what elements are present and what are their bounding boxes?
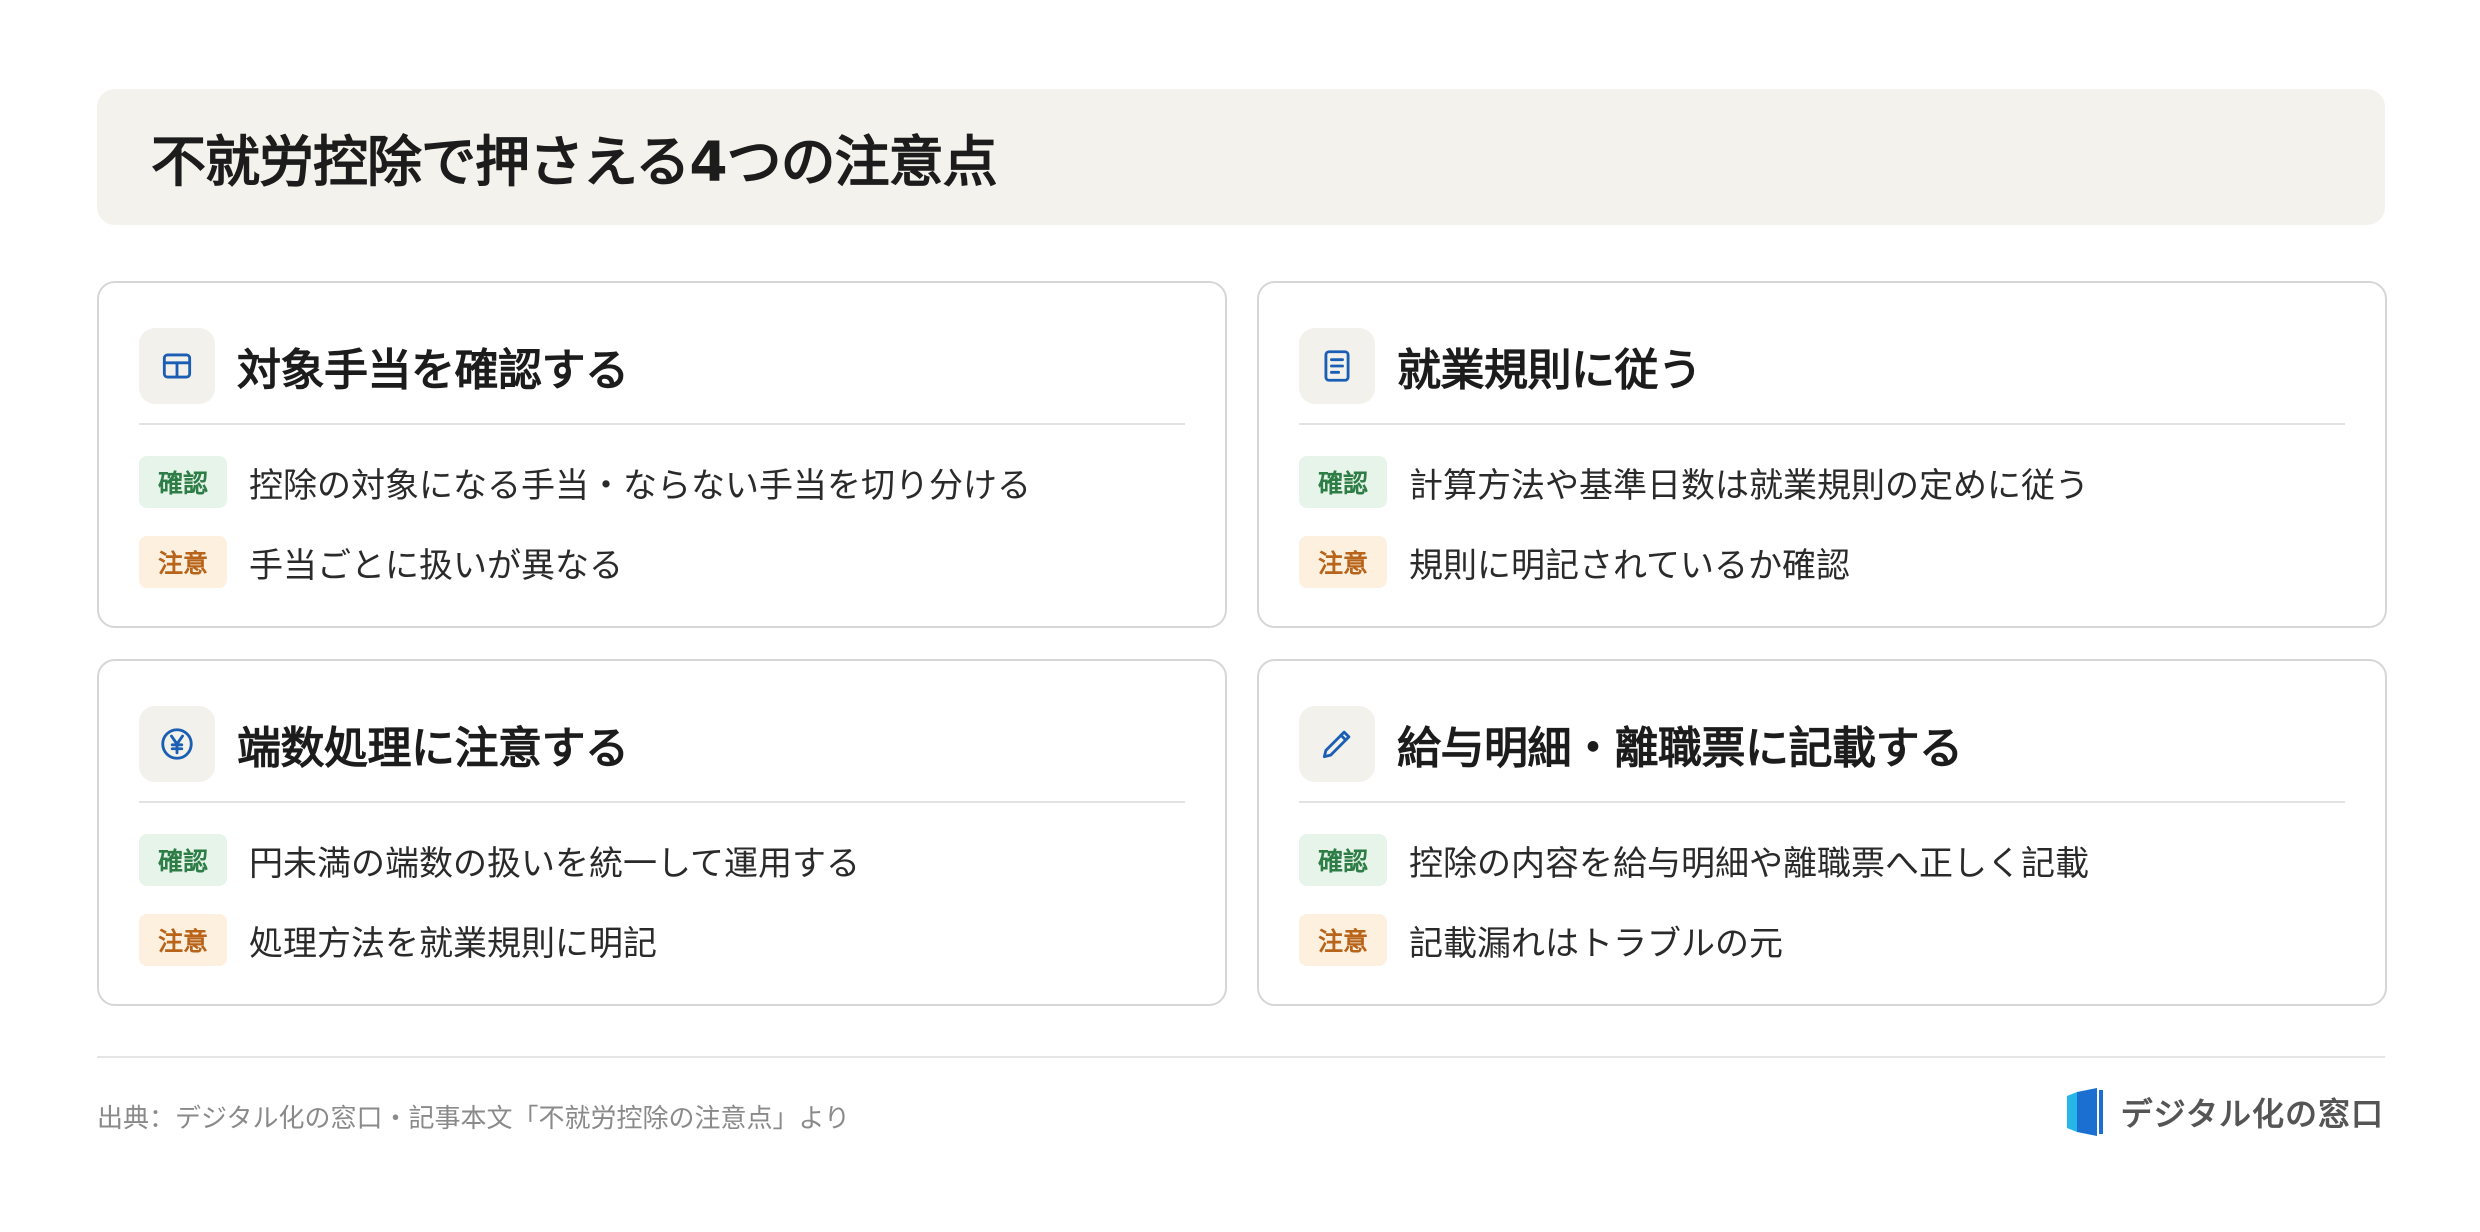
card-title: 給与明細・離職票に記載する — [1397, 723, 1963, 774]
caution-badge: 注意 — [139, 536, 227, 588]
card-header: 給与明細・離職票に記載する — [1299, 701, 2345, 787]
list-item: 確認 控除の内容を給与明細や離職票へ正しく記載 — [1299, 833, 2345, 887]
confirm-badge: 確認 — [1299, 456, 1387, 508]
item-text: 計算方法や基準日数は就業規則の定めに従う — [1409, 465, 2089, 506]
pencil-icon — [1299, 706, 1375, 782]
item-text: 控除の内容を給与明細や離職票へ正しく記載 — [1409, 843, 2089, 884]
confirm-badge: 確認 — [139, 834, 227, 886]
card-rounding: 端数処理に注意する 確認 円未満の端数の扱いを統一して運用する 注意 処理方法を… — [97, 659, 1227, 1006]
confirm-badge: 確認 — [139, 456, 227, 508]
logo-text: デジタル化の窓口 — [2120, 1095, 2384, 1133]
table-icon — [139, 328, 215, 404]
card-header: 端数処理に注意する — [139, 701, 1185, 787]
caution-badge: 注意 — [1299, 536, 1387, 588]
card-payslip: 給与明細・離職票に記載する 確認 控除の内容を給与明細や離職票へ正しく記載 注意… — [1257, 659, 2387, 1006]
list-item: 注意 規則に明記されているか確認 — [1299, 535, 2345, 589]
item-text: 規則に明記されているか確認 — [1409, 545, 1850, 586]
confirm-badge: 確認 — [1299, 834, 1387, 886]
card-title: 端数処理に注意する — [237, 723, 629, 774]
card-header: 就業規則に従う — [1299, 323, 2345, 409]
caution-badge: 注意 — [139, 914, 227, 966]
card-header: 対象手当を確認する — [139, 323, 1185, 409]
source-citation: 出典：デジタル化の窓口・記事本文「不就労控除の注意点」より — [97, 1104, 850, 1134]
footer-divider — [97, 1056, 2385, 1058]
divider — [1299, 801, 2345, 803]
list-item: 注意 処理方法を就業規則に明記 — [139, 913, 1185, 967]
brand-logo: デジタル化の窓口 — [2066, 1088, 2384, 1136]
divider — [139, 423, 1185, 425]
card-work-rules: 就業規則に従う 確認 計算方法や基準日数は就業規則の定めに従う 注意 規則に明記… — [1257, 281, 2387, 628]
yen-icon — [139, 706, 215, 782]
divider — [139, 801, 1185, 803]
item-text: 手当ごとに扱いが異なる — [249, 545, 623, 586]
list-item: 確認 控除の対象になる手当・ならない手当を切り分ける — [139, 455, 1185, 509]
card-title: 就業規則に従う — [1397, 345, 1702, 396]
item-text: 記載漏れはトラブルの元 — [1409, 923, 1783, 964]
card-target-allowance: 対象手当を確認する 確認 控除の対象になる手当・ならない手当を切り分ける 注意 … — [97, 281, 1227, 628]
title-bar: 不就労控除で押さえる4つの注意点 — [97, 89, 2385, 225]
window-logo-icon — [2066, 1088, 2107, 1136]
list-item: 注意 手当ごとに扱いが異なる — [139, 535, 1185, 589]
divider — [1299, 423, 2345, 425]
card-title: 対象手当を確認する — [237, 345, 629, 396]
item-text: 処理方法を就業規則に明記 — [249, 923, 657, 964]
list-item: 確認 計算方法や基準日数は就業規則の定めに従う — [1299, 455, 2345, 509]
document-icon — [1299, 328, 1375, 404]
page-title: 不就労控除で押さえる4つの注意点 — [151, 130, 998, 194]
list-item: 注意 記載漏れはトラブルの元 — [1299, 913, 2345, 967]
list-item: 確認 円未満の端数の扱いを統一して運用する — [139, 833, 1185, 887]
caution-badge: 注意 — [1299, 914, 1387, 966]
item-text: 控除の対象になる手当・ならない手当を切り分ける — [249, 465, 1031, 506]
item-text: 円未満の端数の扱いを統一して運用する — [249, 843, 860, 884]
